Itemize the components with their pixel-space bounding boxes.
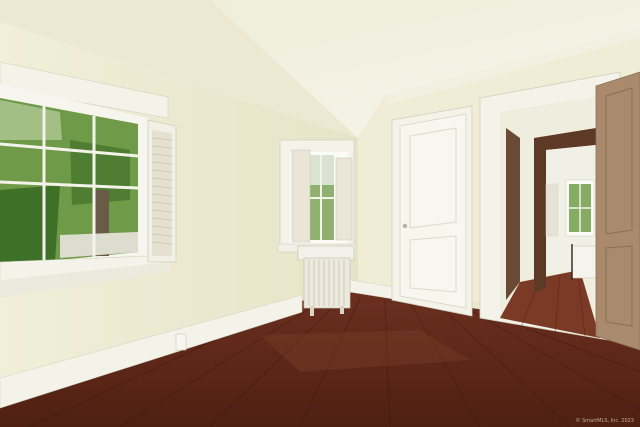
- left-window: [0, 61, 170, 298]
- outlet: [175, 333, 187, 351]
- room-illustration: [0, 0, 640, 427]
- watermark: © SmartMLS, Inc. 2023: [575, 418, 634, 424]
- closet-door[interactable]: [391, 105, 473, 317]
- bed: [571, 245, 597, 279]
- door-knob[interactable]: [402, 223, 408, 229]
- radiator: [297, 245, 355, 316]
- left-shutter: [147, 119, 177, 263]
- room-photo: © SmartMLS, Inc. 2023: [0, 0, 640, 427]
- open-wooden-door[interactable]: [595, 71, 640, 351]
- middle-window: [277, 139, 357, 253]
